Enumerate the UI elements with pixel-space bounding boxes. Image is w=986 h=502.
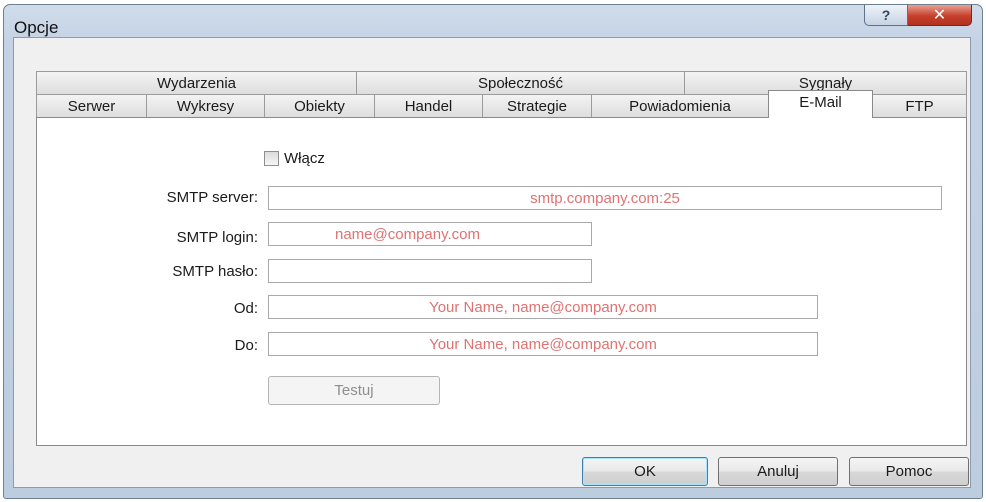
ok-button[interactable]: OK xyxy=(582,457,708,486)
caption-buttons: ? ✕ xyxy=(864,5,972,26)
cancel-button-label: Anuluj xyxy=(757,463,799,480)
smtp-login-label: SMTP login: xyxy=(176,229,258,246)
enable-checkbox[interactable] xyxy=(264,151,279,166)
help-icon: ? xyxy=(881,7,891,23)
tab-label: Strategie xyxy=(506,97,568,115)
tab-label: Serwer xyxy=(67,97,116,115)
tab-wykresy[interactable]: Wykresy xyxy=(146,94,265,117)
smtp-password-input[interactable] xyxy=(268,259,592,283)
help-button[interactable]: Pomoc xyxy=(849,457,969,486)
tab-label: Handel xyxy=(404,97,453,115)
to-input[interactable] xyxy=(268,332,818,356)
to-label: Do: xyxy=(234,337,258,354)
from-input[interactable] xyxy=(268,295,818,319)
enable-label: Włącz xyxy=(284,150,325,167)
tab-label: Społeczność xyxy=(477,74,564,92)
close-caption-button[interactable]: ✕ xyxy=(908,5,972,26)
tab-label: FTP xyxy=(905,97,934,115)
tab-email[interactable]: E-Mail xyxy=(768,90,873,118)
tab-label: E-Mail xyxy=(799,94,842,111)
window-title: Opcje xyxy=(14,18,59,37)
tab-label: Obiekty xyxy=(294,97,345,115)
from-label: Od: xyxy=(233,300,258,317)
tab-strategie[interactable]: Strategie xyxy=(482,94,592,117)
smtp-server-label: SMTP server: xyxy=(166,189,258,206)
cancel-button[interactable]: Anuluj xyxy=(718,457,838,486)
tab-powiadomienia[interactable]: Powiadomienia xyxy=(591,94,769,117)
tab-serwer[interactable]: Serwer xyxy=(36,94,147,117)
tab-label: Wykresy xyxy=(176,97,235,115)
test-button[interactable]: Testuj xyxy=(268,376,440,405)
smtp-password-label: SMTP hasło: xyxy=(172,263,258,280)
tab-label: Sygnały xyxy=(798,74,853,92)
tab-ftp[interactable]: FTP xyxy=(872,94,967,117)
close-icon: ✕ xyxy=(932,7,947,24)
tab-label: Powiadomienia xyxy=(629,97,731,115)
tab-handel[interactable]: Handel xyxy=(374,94,483,117)
smtp-server-input[interactable] xyxy=(268,186,942,210)
tab-label: Wydarzenia xyxy=(156,74,237,92)
test-button-label: Testuj xyxy=(334,382,374,399)
tab-wydarzenia[interactable]: Wydarzenia xyxy=(36,71,357,94)
smtp-login-input[interactable] xyxy=(268,222,592,246)
help-caption-button[interactable]: ? xyxy=(864,5,908,26)
ok-button-label: OK xyxy=(634,463,656,480)
tab-obiekty[interactable]: Obiekty xyxy=(264,94,375,117)
help-button-label: Pomoc xyxy=(885,463,933,480)
tab-spolecznosc[interactable]: Społeczność xyxy=(356,71,685,94)
